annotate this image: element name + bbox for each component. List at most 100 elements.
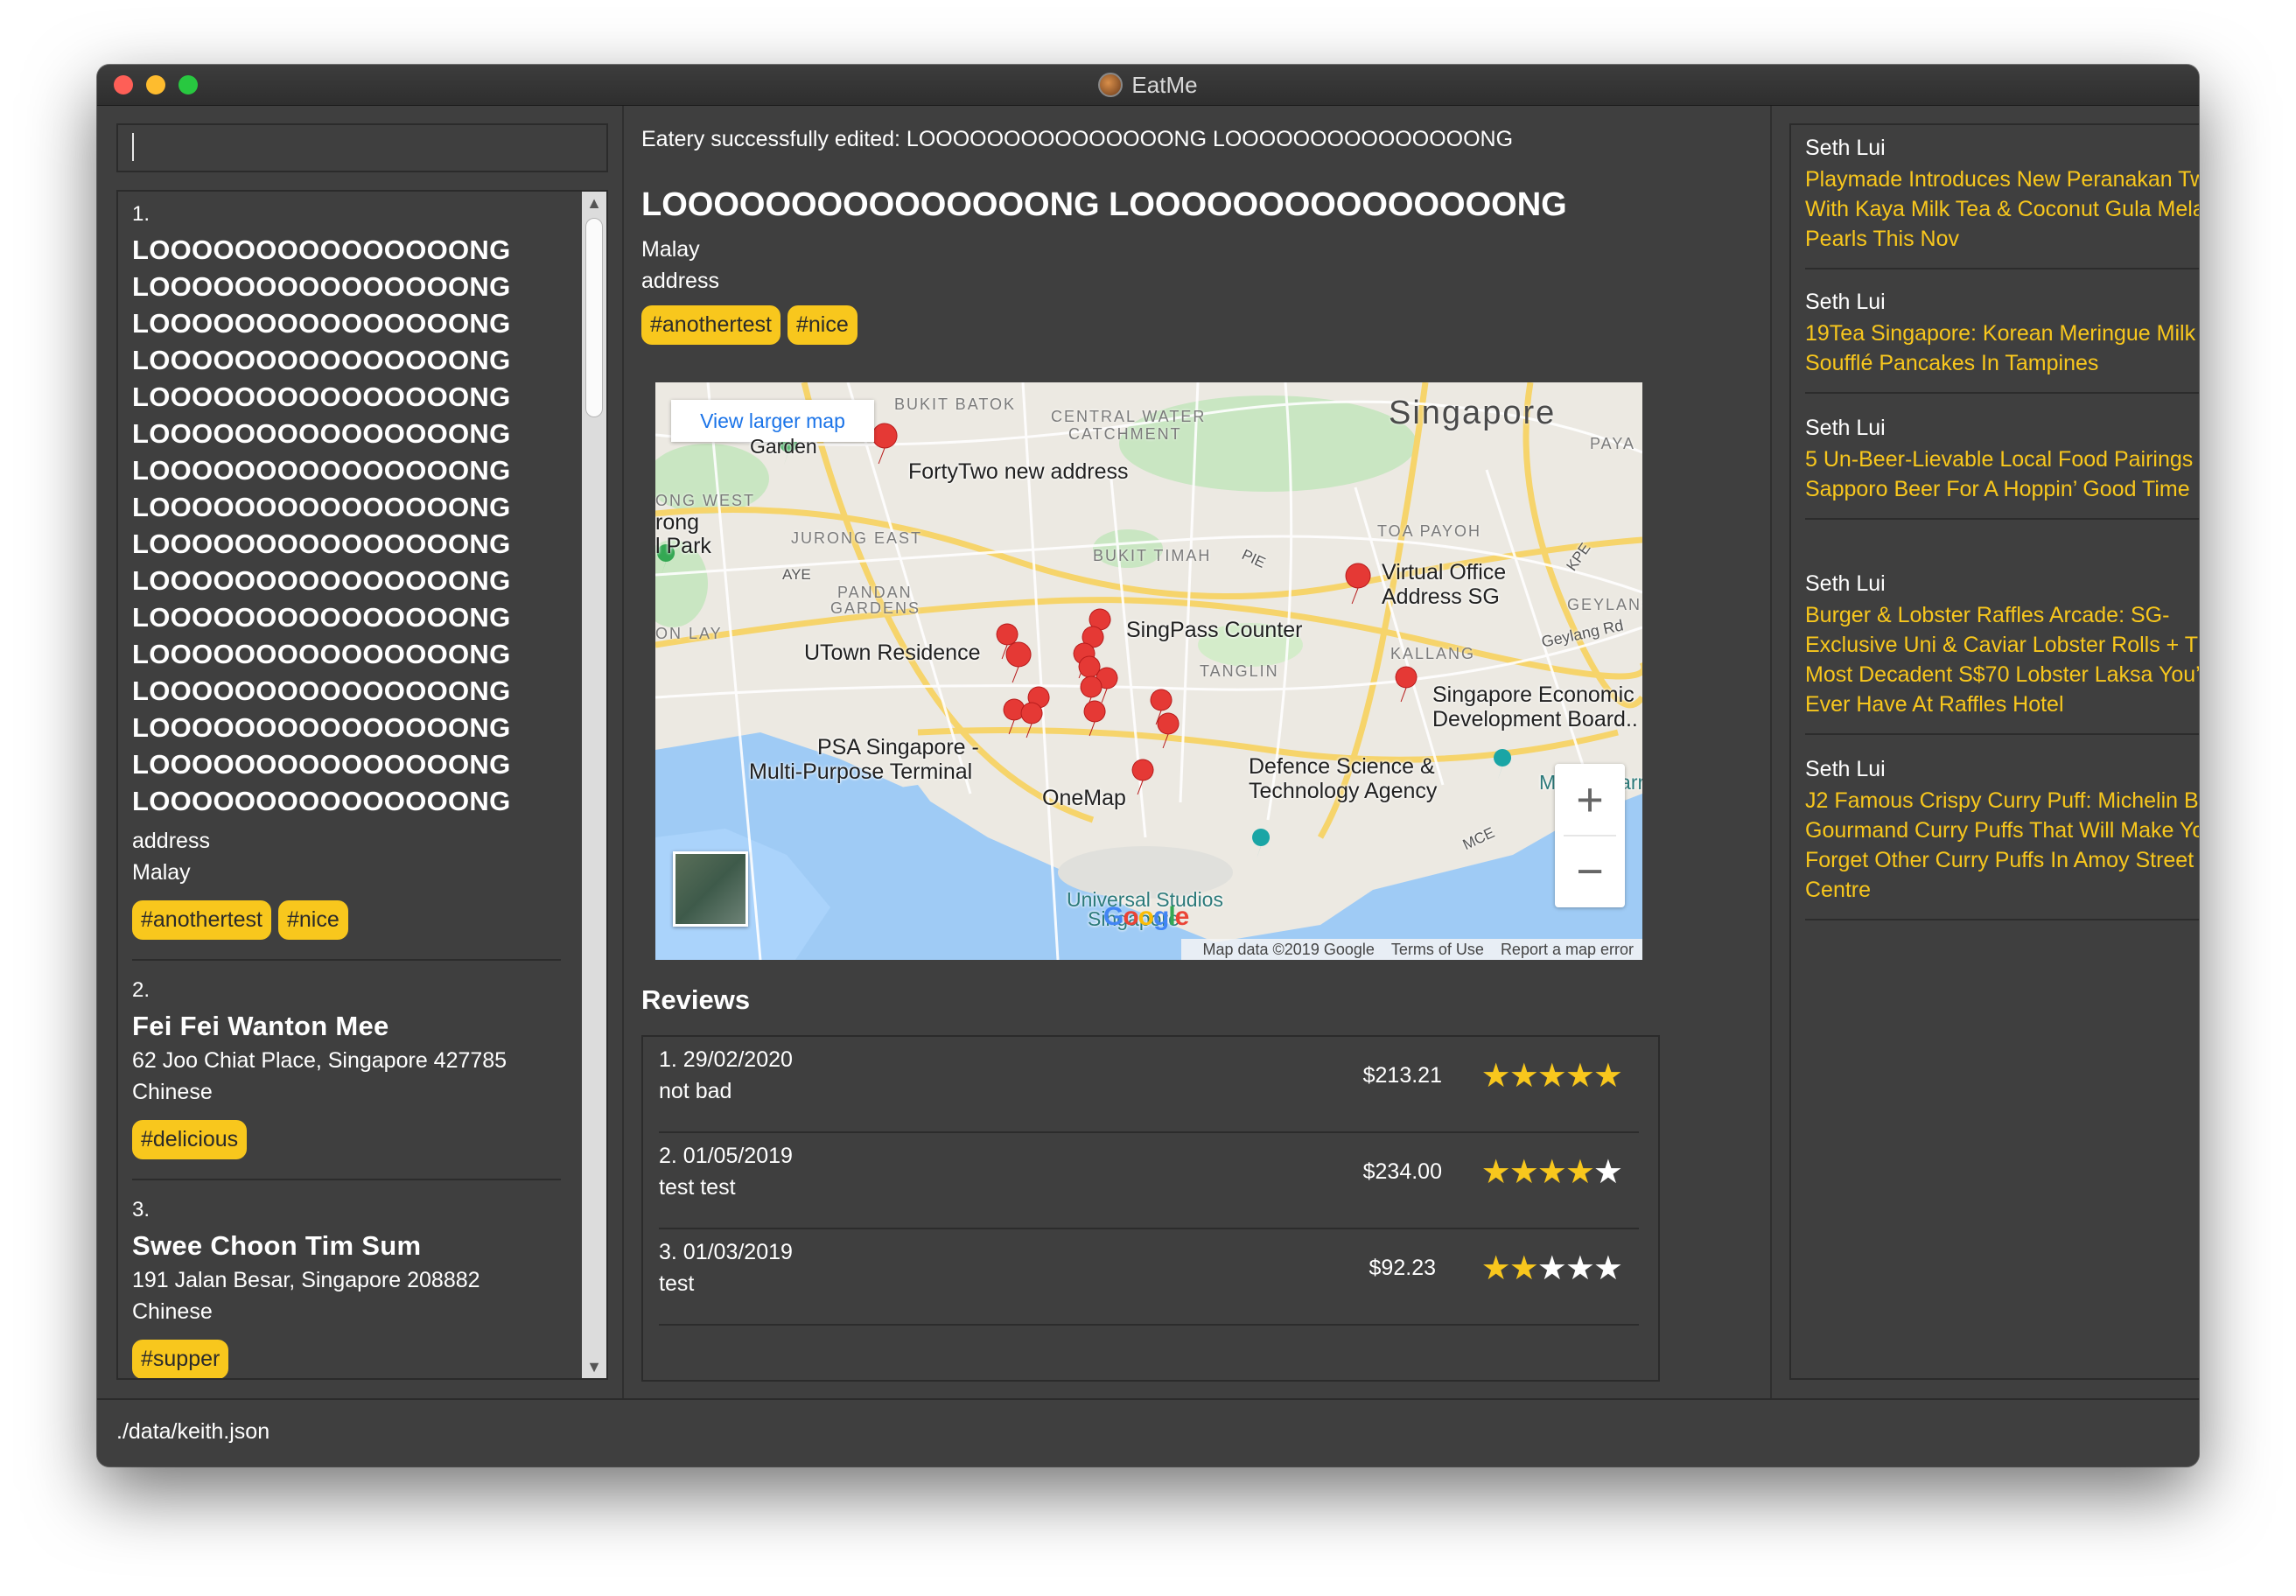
list-scrollbar[interactable]: ▲ ▼ xyxy=(582,192,606,1378)
tag-badge: #nice xyxy=(278,900,348,940)
review-text: test xyxy=(659,1271,695,1296)
review-date: 3. 01/03/2019 xyxy=(659,1240,793,1264)
feed-title-link[interactable]: Burger & Lobster Raffles Arcade: SG-Excl… xyxy=(1805,600,2199,733)
feed-item[interactable]: Seth Lui J2 Famous Crispy Curry Puff: Mi… xyxy=(1805,746,2199,920)
scroll-up-arrow-icon[interactable]: ▲ xyxy=(582,192,606,214)
feed-title-link[interactable]: 19Tea Singapore: Korean Meringue Milk Te… xyxy=(1805,318,2199,392)
map-area-label: ONG WEST xyxy=(655,492,755,509)
review-row[interactable]: 1. 29/02/2020 not bad $213.21 ★★★★★ xyxy=(659,1037,1639,1133)
eatery-name-line: LOOOOOOOOOOOOOOONG xyxy=(132,749,511,780)
map-area-label: BUKIT BATOK xyxy=(894,396,1017,413)
tag-badge: #nice xyxy=(788,305,858,345)
map-place-label[interactable]: Address SG xyxy=(1382,585,1500,609)
star-empty-icon: ★ xyxy=(1592,1154,1623,1191)
map-background xyxy=(655,382,1642,960)
command-input[interactable] xyxy=(116,123,608,172)
google-logo: Google xyxy=(1103,902,1189,931)
map-area-label: CATCHMENT xyxy=(1068,425,1182,443)
star-empty-icon: ★ xyxy=(1592,1250,1623,1287)
eatery-card[interactable]: 1. LOOOOOOOOOOOOOOONG LOOOOOOOOOOOOOOONG L… xyxy=(132,202,561,961)
eatery-name-line: LOOOOOOOOOOOOOOONG xyxy=(132,455,511,486)
review-cost: $234.00 xyxy=(1362,1159,1442,1184)
feed-item[interactable]: Seth Lui 5 Un-Beer-Lievable Local Food P… xyxy=(1805,405,2199,520)
feed-title-link[interactable]: Playmade Introduces New Peranakan Twist … xyxy=(1805,164,2199,268)
map-attribution: Map data ©2019 Google Terms of Use Repor… xyxy=(1181,939,1642,960)
map-place-label[interactable]: FortyTwo new address xyxy=(908,460,1129,484)
scroll-down-arrow-icon[interactable]: ▼ xyxy=(582,1355,606,1378)
rating-stars: ★★★★★ xyxy=(1481,1152,1623,1192)
map-place-label[interactable]: UTown Residence xyxy=(804,641,981,665)
eatery-category: Malay xyxy=(132,860,191,885)
star-filled-icon: ★ xyxy=(1536,1058,1567,1095)
eatery-card[interactable]: 3. Swee Choon Tim Sum 191 Jalan Besar, S… xyxy=(132,1198,561,1378)
feed-item[interactable]: Seth Lui Playmade Introduces New Peranak… xyxy=(1805,125,2199,270)
map-road-label: AYE xyxy=(782,566,811,583)
map-place-label[interactable]: Multi-Purpose Terminal xyxy=(749,760,972,784)
eatery-detail-panel: Eatery successfully edited: LOOOOOOOOOOO… xyxy=(624,106,1770,1398)
eatery-list[interactable]: 1. LOOOOOOOOOOOOOOONG LOOOOOOOOOOOOOOONG L… xyxy=(116,190,608,1380)
map-place-label[interactable]: SingPass Counter xyxy=(1126,619,1303,642)
eatery-address: address xyxy=(132,829,210,853)
review-row[interactable]: 3. 01/03/2019 test $92.23 ★★★★★ xyxy=(659,1229,1639,1326)
feed-item[interactable]: Seth Lui Burger & Lobster Raffles Arcade… xyxy=(1805,561,2199,735)
rating-stars: ★★★★★ xyxy=(1481,1249,1623,1288)
eatery-card[interactable]: 2. Fei Fei Wanton Mee 62 Joo Chiat Place… xyxy=(132,978,561,1180)
detail-category: Malay xyxy=(641,237,700,262)
eatery-name-line: LOOOOOOOOOOOOOOONG xyxy=(132,528,511,559)
eatery-name-line: LOOOOOOOOOOOOOOONG xyxy=(132,676,511,706)
eatery-name-line: LOOOOOOOOOOOOOOONG xyxy=(132,382,511,412)
eatery-list-panel: 1. LOOOOOOOOOOOOOOONG LOOOOOOOOOOOOOOONG L… xyxy=(97,106,622,1398)
map-place-label[interactable]: Defence Science & xyxy=(1249,755,1435,779)
eatery-name-line: LOOOOOOOOOOOOOOONG xyxy=(132,602,511,633)
eatery-name: Fei Fei Wanton Mee xyxy=(132,1011,389,1041)
eatery-name-line: LOOOOOOOOOOOOOOONG xyxy=(132,234,511,265)
star-empty-icon: ★ xyxy=(1564,1250,1595,1287)
map-place-label[interactable]: Singapore Economic xyxy=(1432,683,1634,707)
map-place-label[interactable]: Development Board.. xyxy=(1432,708,1638,732)
tag-badge: #anothertest xyxy=(641,305,780,345)
feed-author: Seth Lui xyxy=(1805,571,1886,596)
terms-of-use-link[interactable]: Terms of Use xyxy=(1391,941,1484,958)
app-icon xyxy=(1098,73,1124,97)
star-filled-icon: ★ xyxy=(1564,1154,1595,1191)
feed-item[interactable]: Seth Lui 19Tea Singapore: Korean Meringu… xyxy=(1805,279,2199,394)
zoom-out-button[interactable]: − xyxy=(1555,836,1625,907)
star-filled-icon: ★ xyxy=(1508,1154,1539,1191)
star-filled-icon: ★ xyxy=(1480,1058,1511,1095)
eatery-address: 62 Joo Chiat Place, Singapore 427785 xyxy=(132,1048,508,1073)
detail-address: address xyxy=(641,269,719,293)
text-caret xyxy=(132,133,134,161)
zoom-in-button[interactable]: + xyxy=(1555,764,1625,836)
review-row[interactable]: 2. 01/05/2019 test test $234.00 ★★★★★ xyxy=(659,1133,1639,1229)
review-cost: $92.23 xyxy=(1368,1256,1436,1280)
map-place-label[interactable]: Virtual Office xyxy=(1382,561,1506,584)
map-area-label: JURONG EAST xyxy=(791,529,923,547)
report-map-error-link[interactable]: Report a map error xyxy=(1501,941,1634,958)
title-bar: EatMe xyxy=(97,65,2199,106)
news-feed-panel: Seth Lui Playmade Introduces New Peranak… xyxy=(1772,106,2199,1398)
eatery-name-line: LOOOOOOOOOOOOOOONG xyxy=(132,786,511,816)
satellite-toggle-button[interactable] xyxy=(673,851,748,927)
star-filled-icon: ★ xyxy=(1592,1058,1623,1095)
status-bar: ./data/keith.json xyxy=(97,1398,2199,1466)
star-empty-icon: ★ xyxy=(1536,1250,1567,1287)
map-data-credit: Map data ©2019 Google xyxy=(1202,941,1375,958)
map-place-label: Garden xyxy=(750,435,817,458)
map-city-label: Singapore xyxy=(1389,395,1557,431)
scrollbar-thumb[interactable] xyxy=(585,218,603,417)
google-map[interactable]: View larger map Singapore BUKIT BATOK CE… xyxy=(655,382,1642,960)
map-place-label[interactable]: PSA Singapore - xyxy=(817,736,979,760)
feed-author: Seth Lui xyxy=(1805,757,1886,781)
map-area-label: PAYA xyxy=(1590,435,1636,452)
map-place-label[interactable]: OneMap xyxy=(1042,787,1126,810)
result-message: Eatery successfully edited: LOOOOOOOOOOO… xyxy=(641,127,1514,151)
reviews-list[interactable]: 1. 29/02/2020 not bad $213.21 ★★★★★ 2. 0… xyxy=(641,1035,1660,1382)
data-file-path: ./data/keith.json xyxy=(116,1419,270,1444)
map-place-label[interactable]: Technology Agency xyxy=(1249,780,1437,803)
star-filled-icon: ★ xyxy=(1508,1058,1539,1095)
feed-title-link[interactable]: J2 Famous Crispy Curry Puff: Michelin Bi… xyxy=(1805,786,2199,919)
rating-stars: ★★★★★ xyxy=(1480,1056,1623,1096)
news-feed-list[interactable]: Seth Lui Playmade Introduces New Peranak… xyxy=(1789,123,2199,1380)
eatery-name: LOOOOOOOOOOOOOOONG LOOOOOOOOOOOOOOONG LOOO… xyxy=(132,232,561,820)
feed-title-link[interactable]: 5 Un-Beer-Lievable Local Food Pairings W… xyxy=(1805,444,2199,518)
